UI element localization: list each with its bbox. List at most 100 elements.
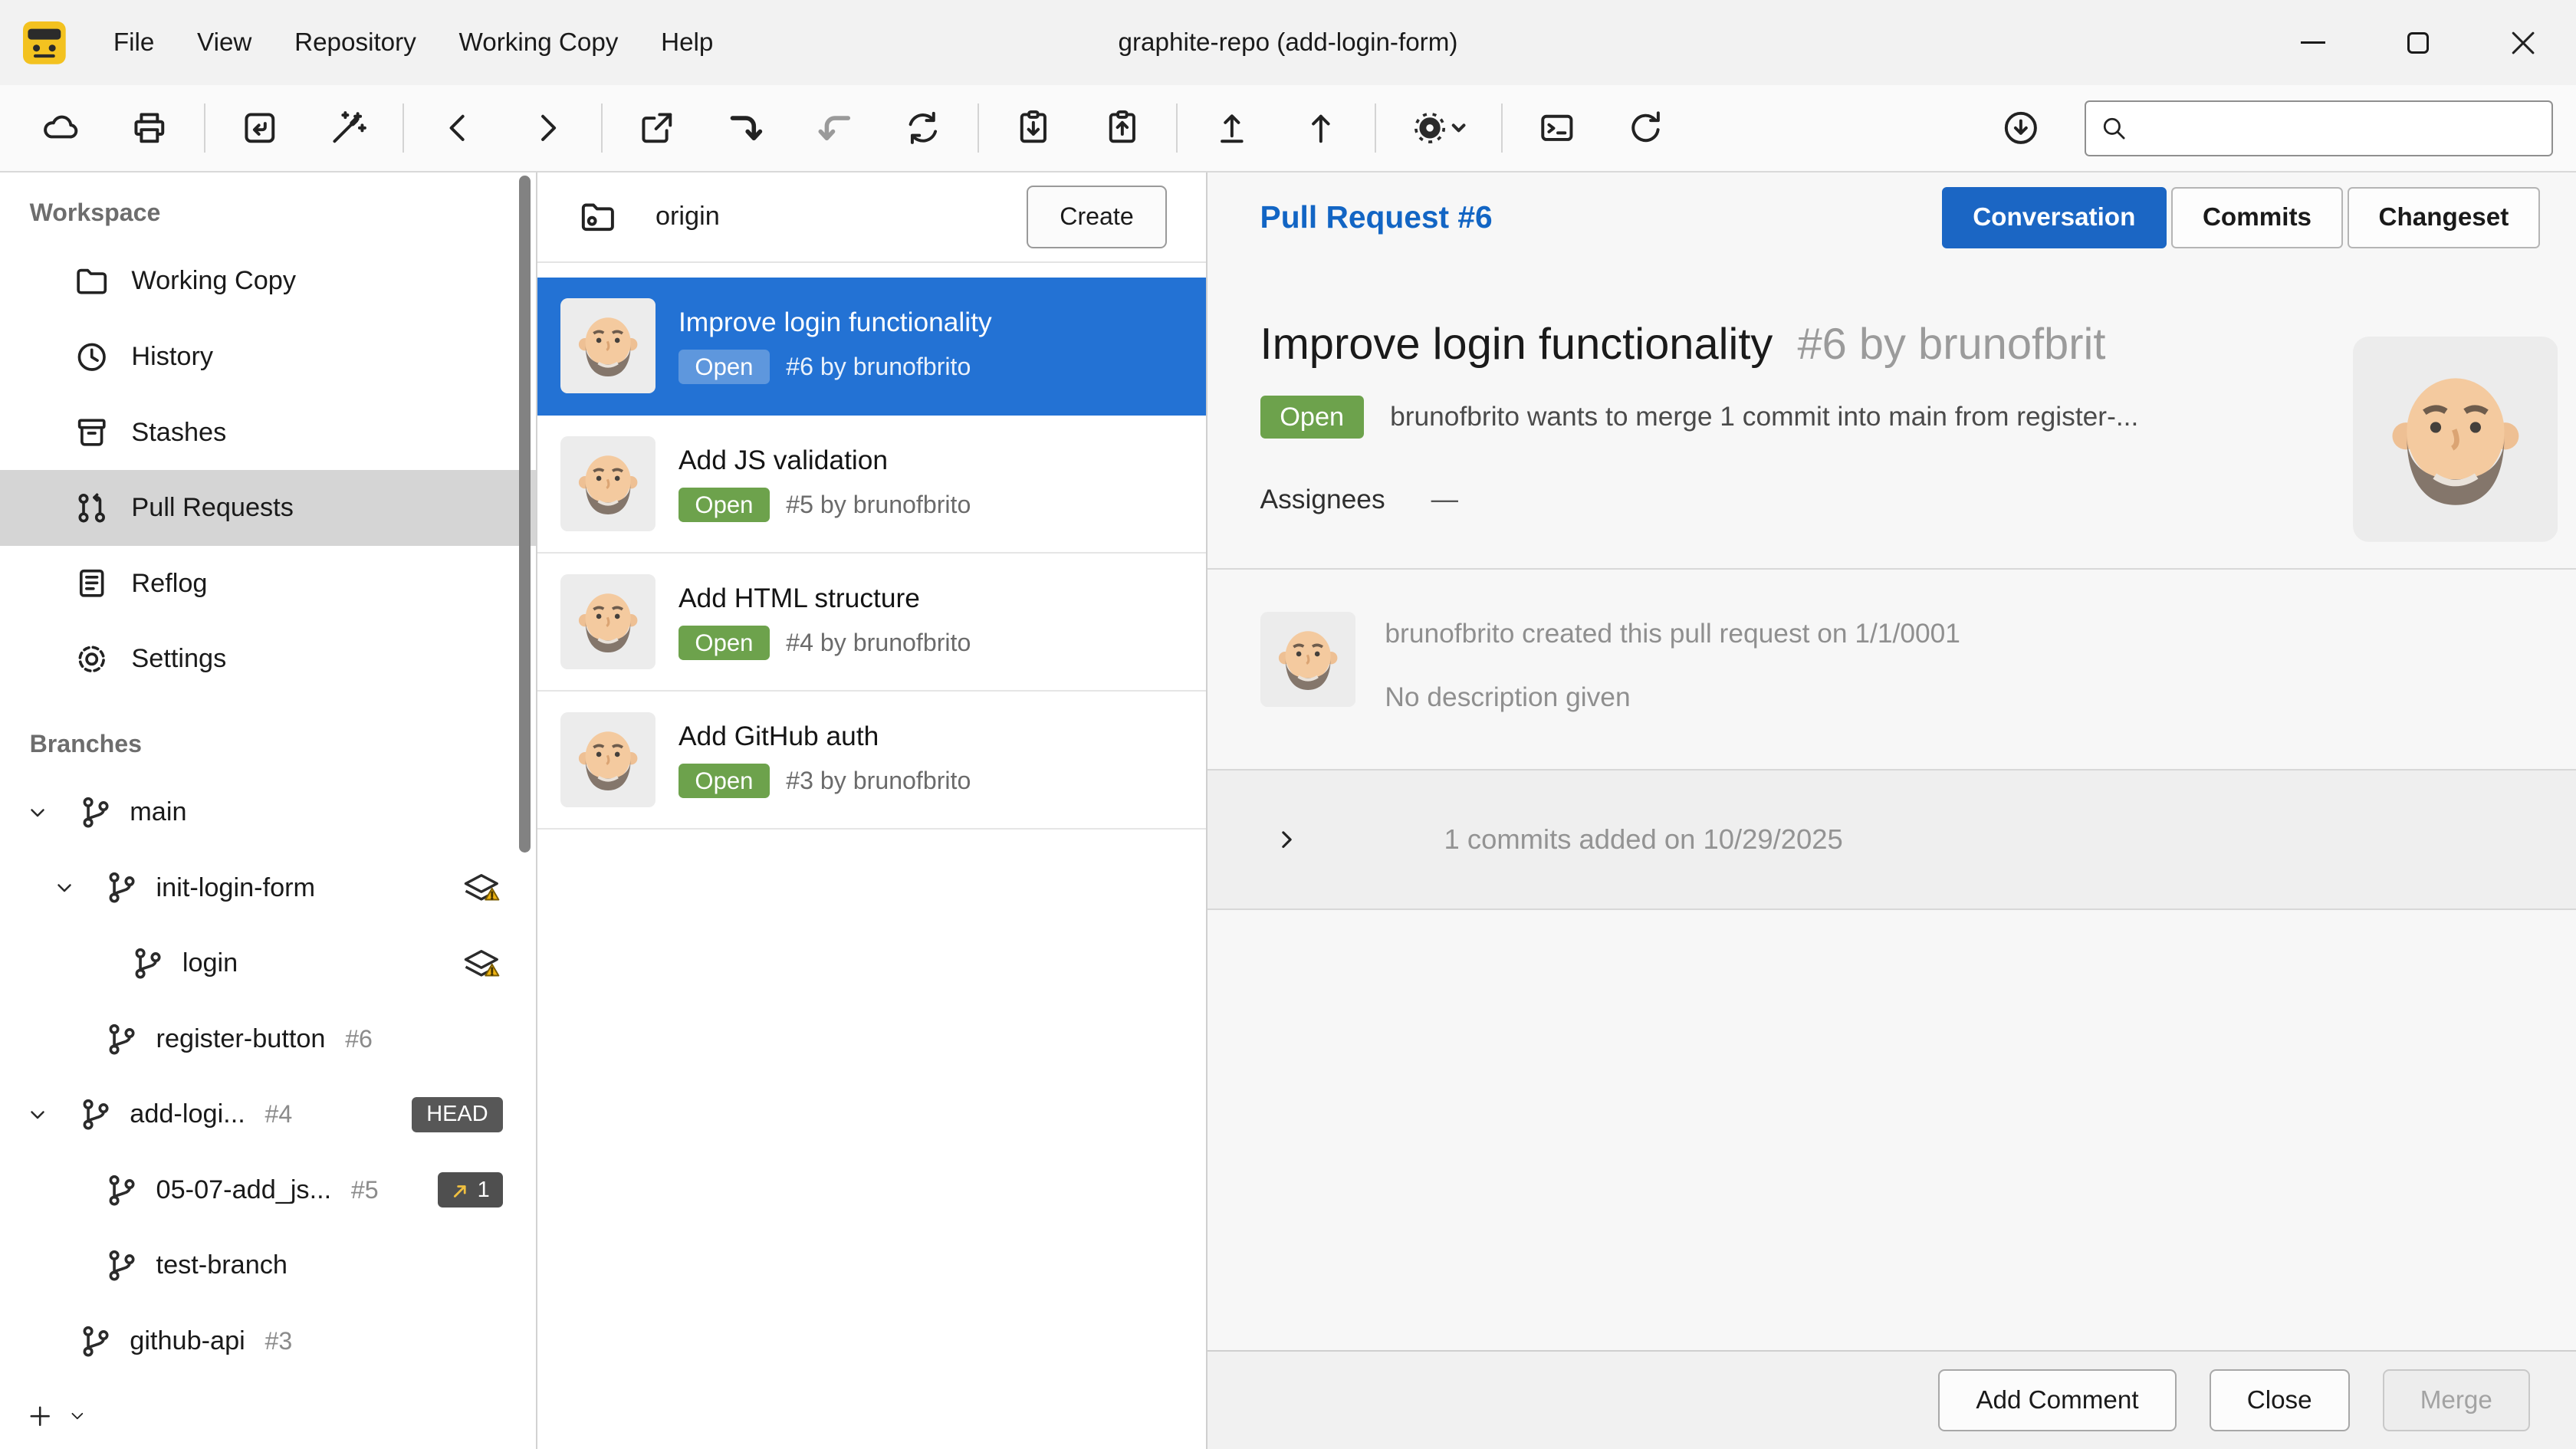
merge-button[interactable]: Merge	[2383, 1369, 2530, 1431]
pr-title: Add GitHub auth	[678, 721, 971, 752]
pr-meta: #4 by brunofbrito	[786, 629, 971, 657]
printer-button[interactable]	[112, 94, 188, 163]
tab-conversation[interactable]: Conversation	[1942, 187, 2167, 248]
ahead-count-badge: 1	[438, 1172, 503, 1208]
menu-view[interactable]: View	[176, 18, 273, 67]
avatar	[560, 298, 656, 393]
clipboard-down-icon	[1012, 107, 1055, 150]
git-branch-icon	[76, 1322, 115, 1361]
branch-row-test-branch[interactable]: test-branch	[0, 1228, 536, 1304]
branch-name: login	[182, 948, 238, 978]
close-button[interactable]	[2471, 0, 2576, 85]
pr-list-item[interactable]: Improve login functionality Open #6 by b…	[537, 278, 1206, 416]
sidebar-item-label: Stashes	[131, 418, 226, 448]
up-right-arrow-icon	[451, 1181, 471, 1201]
pull-request-detail-panel: Pull Request #6 Conversation Commits Cha…	[1208, 172, 2576, 1449]
workspace-section-label: Workspace	[0, 189, 536, 243]
stash-box-icon	[72, 412, 111, 452]
settings-dropdown-button[interactable]	[1393, 94, 1485, 163]
download-updates-button[interactable]	[1983, 94, 2058, 163]
sidebar-item-history[interactable]: History	[0, 319, 536, 395]
pull-button[interactable]	[797, 94, 872, 163]
chevron-down-icon[interactable]	[26, 1103, 75, 1126]
sidebar-item-stashes[interactable]: Stashes	[0, 395, 536, 471]
sidebar-footer	[0, 1383, 536, 1449]
commits-summary-text: 1 commits added on 10/29/2025	[1444, 823, 1843, 856]
expand-commits-button[interactable]	[1273, 826, 1300, 853]
open-repo-button[interactable]	[222, 94, 297, 163]
commits-summary-row[interactable]: 1 commits added on 10/29/2025	[1208, 769, 2576, 910]
branch-row-main[interactable]: main	[0, 774, 536, 850]
git-branch-icon	[102, 1020, 141, 1059]
magic-wand-button[interactable]	[310, 94, 386, 163]
pr-title: Add HTML structure	[678, 583, 971, 614]
cloud-icon	[39, 107, 82, 150]
branch-pr-number: #5	[351, 1176, 379, 1204]
avatar	[560, 712, 656, 807]
folder-icon	[72, 261, 111, 301]
back-button[interactable]	[421, 94, 497, 163]
close-pr-button[interactable]: Close	[2210, 1369, 2350, 1431]
create-pr-button[interactable]: Create	[1027, 186, 1166, 248]
sidebar-item-pull-requests[interactable]: Pull Requests	[0, 470, 536, 546]
toolbar-separator	[402, 104, 404, 153]
toolbar-separator	[1176, 104, 1178, 153]
tab-changeset[interactable]: Changeset	[2348, 187, 2540, 248]
stash-apply-button[interactable]	[995, 94, 1071, 163]
chevron-down-icon[interactable]	[26, 801, 75, 824]
pull-request-list-panel: origin Create Improve login functionalit…	[537, 172, 1208, 1449]
sidebar-item-settings[interactable]: Settings	[0, 621, 536, 697]
sidebar-item-label: Pull Requests	[131, 493, 293, 523]
add-comment-button[interactable]: Add Comment	[1938, 1369, 2177, 1431]
pr-meta: #5 by brunofbrito	[786, 491, 971, 519]
maximize-button[interactable]	[2366, 0, 2471, 85]
branch-row-login[interactable]: login	[0, 925, 536, 1001]
menu-file[interactable]: File	[92, 18, 176, 67]
fetch-button[interactable]	[708, 94, 784, 163]
git-branch-icon	[76, 1095, 115, 1134]
add-icon[interactable]	[26, 1402, 54, 1430]
toolbar-separator	[978, 104, 979, 153]
refresh-button[interactable]	[1608, 94, 1684, 163]
terminal-button[interactable]	[1520, 94, 1595, 163]
stash-save-button[interactable]	[1084, 94, 1160, 163]
branch-row-register-button[interactable]: register-button #6	[0, 1001, 536, 1077]
share-button[interactable]	[619, 94, 695, 163]
minimize-button[interactable]	[2261, 0, 2366, 85]
toolbar-separator	[1501, 104, 1503, 153]
pr-list-item[interactable]: Add JS validation Open #5 by brunofbrito	[537, 416, 1206, 554]
update-upstream-button[interactable]	[1194, 94, 1270, 163]
menu-repository[interactable]: Repository	[273, 18, 437, 67]
push-upstream-button[interactable]	[1283, 94, 1359, 163]
git-branch-icon	[76, 793, 115, 832]
sidebar-item-label: Reflog	[131, 569, 207, 599]
sync-button[interactable]	[886, 94, 961, 163]
main-area: Workspace Working Copy History Stashes	[0, 172, 2576, 1449]
refresh-icon	[1625, 107, 1668, 150]
branch-pr-number: #4	[264, 1100, 292, 1129]
branch-row-github-api[interactable]: github-api #3	[0, 1303, 536, 1379]
branch-row-init-login-form[interactable]: init-login-form	[0, 850, 536, 926]
pr-meta: #3 by brunofbrito	[786, 767, 971, 795]
pr-list-item[interactable]: Add GitHub auth Open #3 by brunofbrito	[537, 692, 1206, 830]
forward-button[interactable]	[509, 94, 585, 163]
search-input[interactable]	[2142, 114, 2538, 143]
sidebar-scrollbar-thumb[interactable]	[519, 176, 531, 853]
cloud-button[interactable]	[23, 94, 99, 163]
branch-name: github-api	[130, 1326, 245, 1356]
pr-list-item[interactable]: Add HTML structure Open #4 by brunofbrit…	[537, 554, 1206, 692]
branch-row-add-login-form[interactable]: add-logi... #4 HEAD	[0, 1077, 536, 1153]
sidebar-item-working-copy[interactable]: Working Copy	[0, 244, 536, 320]
menu-help[interactable]: Help	[639, 18, 734, 67]
chevron-left-icon	[437, 107, 480, 150]
branches-section-label: Branches	[0, 720, 536, 774]
sidebar-item-reflog[interactable]: Reflog	[0, 546, 536, 622]
chevron-down-icon[interactable]	[53, 876, 102, 899]
stack-warning-icon	[460, 866, 503, 909]
branch-pr-number: #6	[345, 1025, 373, 1053]
pr-title: Add JS validation	[678, 445, 971, 476]
add-dropdown-chevron-icon[interactable]	[67, 1406, 87, 1426]
menu-working-copy[interactable]: Working Copy	[438, 18, 640, 67]
tab-commits[interactable]: Commits	[2171, 187, 2342, 248]
branch-row-05-07-add-js[interactable]: 05-07-add_js... #5 1	[0, 1152, 536, 1228]
